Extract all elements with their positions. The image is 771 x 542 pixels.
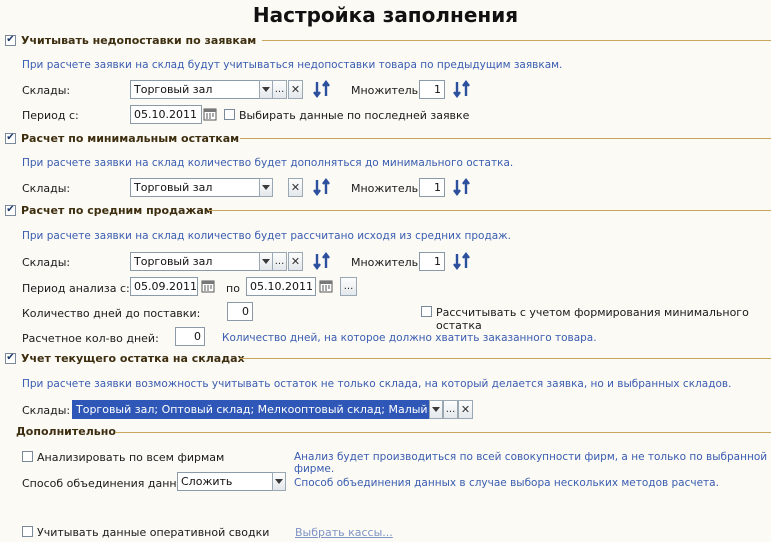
clear-button[interactable]: ✕	[288, 178, 303, 197]
days-delivery-label: Количество дней до поставки:	[22, 307, 201, 320]
all-firms-label: Анализировать по всем фирмам	[37, 451, 225, 464]
section-current-stock-label: Учет текущего остатка на складах	[21, 351, 245, 365]
sort-icon[interactable]	[452, 79, 471, 99]
sort-icon[interactable]	[312, 251, 331, 271]
date-from-field[interactable]: 05.09.2011	[130, 277, 198, 296]
warehouses-label: Склады:	[22, 182, 71, 195]
sort-icon[interactable]	[312, 177, 331, 197]
warehouse-field[interactable]: Торговый зал	[130, 252, 260, 271]
multiplier-field[interactable]: 1	[419, 80, 445, 99]
dropdown-button[interactable]	[259, 252, 273, 271]
section-divider	[240, 138, 771, 139]
calendar-icon[interactable]	[319, 279, 333, 296]
section-min-stock-label: Расчет по минимальным остаткам	[21, 131, 240, 145]
clear-button[interactable]: ✕	[288, 80, 303, 99]
last-request-label: Выбирать данные по последней заявке	[239, 109, 470, 122]
page-title: Настройка заполнения	[252, 3, 519, 27]
section-divider	[115, 432, 771, 433]
warehouses-label: Склады:	[22, 404, 71, 417]
dropdown-button[interactable]	[259, 80, 273, 99]
extra-heading: Дополнительно	[16, 425, 116, 438]
warehouse-field[interactable]: Торговый зал	[130, 178, 260, 197]
sort-icon[interactable]	[452, 251, 471, 271]
section-min-stock[interactable]: ✔ Расчет по минимальным остаткам	[5, 130, 239, 146]
dropdown-button[interactable]	[259, 178, 273, 197]
section-divider	[262, 40, 771, 41]
dropdown-button[interactable]	[429, 400, 443, 419]
multiplier-field[interactable]: 1	[419, 252, 445, 271]
checkbox-avg-sales[interactable]: ✔	[5, 204, 16, 216]
section-divider	[240, 358, 771, 359]
multiplier-label: Множитель:	[351, 256, 422, 269]
warehouse-field[interactable]: Торговый зал	[130, 80, 260, 99]
section-shortfall-info: При расчете заявки на склад будут учитыв…	[22, 59, 563, 71]
period-label: Период с:	[22, 109, 79, 122]
analysis-period-label: Период анализа с:	[22, 282, 130, 295]
calc-days-field[interactable]: 0	[175, 327, 205, 346]
all-firms-checkbox[interactable]	[22, 451, 33, 462]
select-cash-link[interactable]: Выбрать кассы...	[295, 526, 393, 539]
multiplier-field[interactable]: 1	[419, 178, 445, 197]
warehouses-multi-field[interactable]: Торговый зал; Оптовый склад; Мелкооптовы…	[72, 400, 430, 419]
date-to-field[interactable]: 05.10.2011	[246, 277, 316, 296]
sort-icon[interactable]	[312, 79, 331, 99]
operative-label: Учитывать данные оперативной сводки	[37, 526, 270, 539]
merge-method-select[interactable]: Сложить	[177, 472, 273, 491]
clear-button[interactable]: ✕	[458, 400, 473, 419]
select-button[interactable]: ...	[443, 400, 458, 419]
checkbox-min-stock[interactable]: ✔	[5, 132, 16, 144]
section-avg-sales-info: При расчете заявки на склад количество б…	[22, 230, 511, 242]
section-current-stock-info: При расчете заявки возможность учитывать…	[22, 378, 732, 390]
period-date-field[interactable]: 05.10.2011	[130, 105, 202, 124]
period-select-button[interactable]: ...	[340, 277, 357, 296]
min-stock-label: Рассчитывать с учетом формирования миним…	[436, 306, 749, 332]
section-min-stock-info: При расчете заявки на склад количество б…	[22, 157, 514, 169]
calc-days-info: Количество дней, на которое должно хвати…	[222, 332, 597, 344]
multiplier-label: Множитель:	[351, 182, 422, 195]
to-label: по	[226, 282, 240, 295]
merge-method-info: Способ объединения данных в случае выбор…	[294, 477, 719, 489]
checkbox-shortfall[interactable]: ✔	[5, 34, 16, 46]
dropdown-button[interactable]	[272, 472, 286, 491]
all-firms-info: Анализ будет производиться по всей совок…	[294, 451, 768, 475]
multiplier-label: Множитель:	[351, 84, 422, 97]
calendar-icon[interactable]	[201, 279, 215, 296]
min-stock-checkbox[interactable]	[421, 306, 432, 317]
section-avg-sales[interactable]: ✔ Расчет по средним продажам	[5, 202, 213, 218]
calendar-icon[interactable]	[203, 107, 217, 124]
select-button[interactable]: ...	[272, 252, 287, 271]
merge-method-label: Способ объединения данных:	[22, 477, 196, 490]
section-avg-sales-label: Расчет по средним продажам	[21, 203, 213, 217]
warehouses-label: Склады:	[22, 84, 71, 97]
section-shortfall-label: Учитывать недопоставки по заявкам	[21, 33, 257, 47]
sort-icon[interactable]	[452, 177, 471, 197]
operative-checkbox[interactable]	[22, 526, 33, 537]
last-request-checkbox[interactable]	[224, 109, 235, 120]
select-button[interactable]: ...	[272, 80, 287, 99]
calc-days-label: Расчетное кол-во дней:	[22, 332, 159, 345]
section-divider	[208, 210, 771, 211]
warehouses-label: Склады:	[22, 256, 71, 269]
section-shortfall[interactable]: ✔ Учитывать недопоставки по заявкам	[5, 32, 256, 48]
checkbox-current-stock[interactable]: ✔	[5, 352, 16, 364]
days-delivery-field[interactable]: 0	[227, 302, 253, 321]
section-current-stock[interactable]: ✔ Учет текущего остатка на складах	[5, 350, 245, 366]
clear-button[interactable]: ✕	[288, 252, 303, 271]
